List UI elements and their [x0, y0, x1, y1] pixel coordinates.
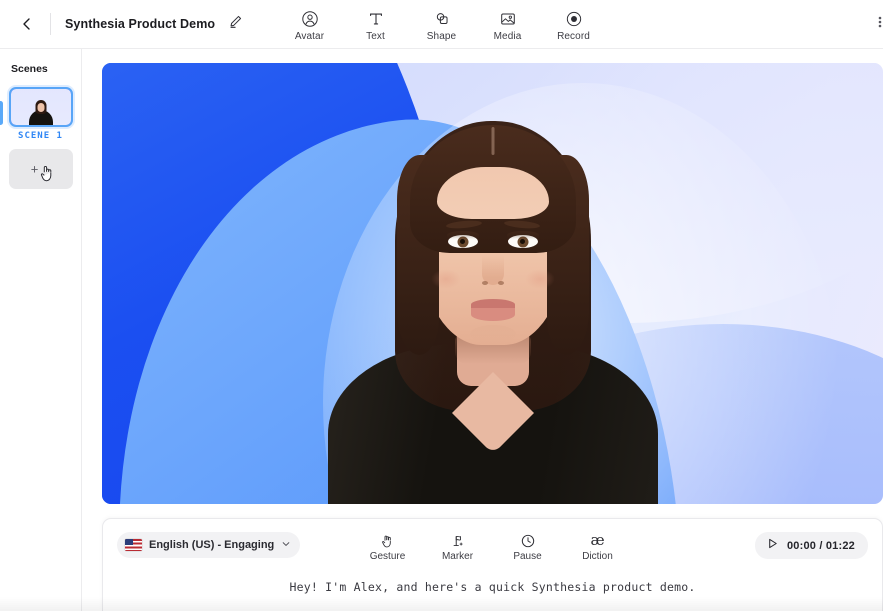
script-editor[interactable]: Hey! I'm Alex, and here's a quick Synthe…: [103, 571, 882, 596]
header-left-group: Synthesia Product Demo: [0, 0, 245, 48]
marker-flag-icon: [450, 531, 466, 550]
tool-text-label: Text: [366, 30, 385, 42]
action-marker[interactable]: Marker: [431, 528, 485, 562]
script-text-content[interactable]: Hey! I'm Alex, and here's a quick Synthe…: [121, 579, 864, 596]
avatar-chin: [469, 325, 516, 343]
scene-item-1[interactable]: SCENE 1: [8, 87, 73, 141]
project-title: Synthesia Product Demo: [65, 17, 216, 31]
action-diction-label: Diction: [582, 551, 613, 562]
action-pause[interactable]: Pause: [501, 528, 555, 562]
action-pause-label: Pause: [513, 551, 542, 562]
avatar-eyelid-left: [446, 231, 479, 239]
tool-avatar[interactable]: Avatar: [287, 7, 333, 42]
avatar-pupil-right: [520, 239, 525, 244]
language-selector-label: English (US) - Engaging: [149, 539, 275, 551]
clock-pause-icon: [520, 531, 536, 550]
action-marker-label: Marker: [441, 551, 474, 562]
avatar-eyelid-right: [506, 231, 539, 239]
shape-icon: [433, 9, 451, 29]
header-divider: [50, 13, 51, 35]
play-triangle-icon: [766, 537, 779, 555]
script-toolbar: English (US) - Engaging Gesture Marker P…: [103, 519, 882, 571]
tool-shape-label: Shape: [426, 30, 457, 42]
app-header: Synthesia Product Demo Avatar Text Shape…: [0, 0, 883, 49]
plus-icon: +: [30, 161, 39, 177]
record-icon: [565, 9, 583, 29]
diction-ae-icon: æ: [590, 531, 605, 549]
scene-thumbnail[interactable]: [8, 87, 73, 127]
scene-list: SCENE 1 +: [0, 87, 81, 189]
us-flag-icon: [125, 539, 142, 551]
scenes-panel-title: Scenes: [11, 63, 48, 75]
playback-time: 00:00 / 01:22: [786, 539, 855, 552]
action-gesture[interactable]: Gesture: [361, 528, 415, 562]
avatar-hair-part: [491, 127, 494, 155]
chevron-down-icon: [281, 536, 291, 554]
chevron-left-icon: [19, 16, 35, 32]
avatar-nostril-left: [481, 281, 488, 285]
more-options-icon: [872, 14, 883, 35]
avatar-presenter[interactable]: [327, 63, 658, 504]
scene-active-indicator: [0, 101, 3, 125]
tool-record[interactable]: Record: [551, 7, 597, 42]
add-scene-button[interactable]: +: [8, 149, 73, 189]
synthesia-video-editor: Synthesia Product Demo Avatar Text Shape…: [0, 0, 883, 611]
tool-shape[interactable]: Shape: [419, 7, 465, 42]
avatar-forehead: [436, 167, 549, 219]
avatar-icon: [301, 9, 319, 29]
avatar-nostril-right: [497, 281, 504, 285]
avatar-cheek-right: [524, 269, 555, 289]
scenes-sidebar: Scenes SCENE 1 +: [0, 49, 82, 611]
script-panel: English (US) - Engaging Gesture Marker P…: [102, 518, 883, 611]
action-gesture-label: Gesture: [369, 551, 406, 562]
tool-avatar-label: Avatar: [294, 30, 325, 42]
scene-1-label: SCENE 1: [18, 131, 63, 141]
pointer-hand-cursor: [40, 164, 55, 187]
media-icon: [499, 9, 517, 29]
pencil-edit-icon: [228, 14, 243, 34]
tool-record-label: Record: [557, 30, 590, 42]
avatar-cheek-left: [430, 269, 461, 289]
language-selector[interactable]: English (US) - Engaging: [117, 532, 301, 558]
avatar-pupil-left: [460, 239, 465, 244]
hand-gesture-icon: [380, 531, 396, 550]
avatar-torso-shading: [327, 344, 658, 504]
avatar-lower-lip: [470, 308, 515, 321]
playback-control[interactable]: 00:00 / 01:22: [754, 532, 868, 559]
text-icon: [367, 9, 385, 29]
edit-title-button[interactable]: [225, 14, 245, 34]
tool-media[interactable]: Media: [485, 7, 531, 42]
more-options-button[interactable]: [869, 13, 883, 35]
video-canvas[interactable]: [102, 63, 883, 504]
action-diction[interactable]: æ Diction: [571, 528, 625, 563]
back-button[interactable]: [12, 9, 42, 39]
tool-media-label: Media: [493, 30, 522, 42]
tool-text[interactable]: Text: [353, 7, 399, 42]
thumb-avatar-face: [37, 103, 44, 112]
